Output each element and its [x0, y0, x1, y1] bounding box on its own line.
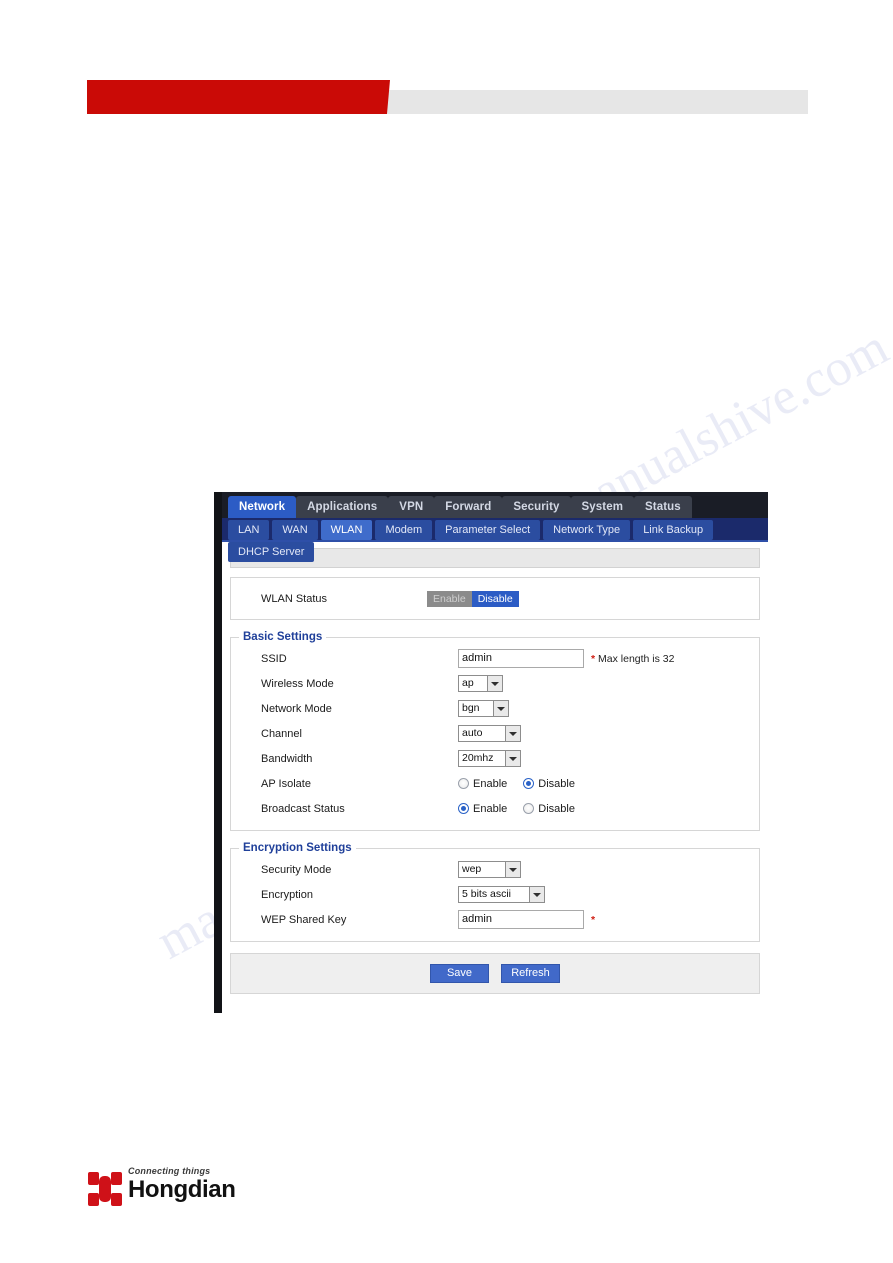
required-asterisk: * — [591, 913, 596, 926]
security-mode-value: wep — [462, 863, 482, 875]
main-navigation: Network Applications VPN Forward Security Sys… — [222, 492, 768, 518]
bandwidth-select[interactable]: 20mhz — [458, 750, 521, 767]
broadcast-disable-option[interactable]: Disable — [523, 803, 575, 815]
row-encryption: Encryption 5 bits ascii — [231, 882, 759, 907]
chevron-down-icon — [529, 887, 544, 902]
tab-vpn[interactable]: VPN — [388, 496, 435, 518]
subtab-modem[interactable]: Modem — [375, 520, 433, 540]
tab-network[interactable]: Network — [228, 496, 297, 518]
ap-isolate-disable-option[interactable]: Disable — [523, 778, 575, 790]
ap-isolate-enable-label: Enable — [473, 777, 508, 790]
ap-isolate-disable-label: Disable — [538, 777, 575, 790]
ssid-hint: * Max length is 32 — [591, 653, 674, 665]
tab-forward[interactable]: Forward — [434, 496, 503, 518]
bandwidth-value: 20mhz — [462, 752, 494, 764]
subtab-dhcp-server[interactable]: DHCP Server — [228, 542, 315, 562]
subtab-wlan[interactable]: WLAN — [320, 520, 373, 540]
wireless-mode-select[interactable]: ap — [458, 675, 503, 692]
header-red-bar — [87, 80, 390, 114]
subtab-wan[interactable]: WAN — [272, 520, 318, 540]
row-channel: Channel auto — [231, 721, 759, 746]
footer-logo: Connecting things Hongdian — [88, 1166, 308, 1212]
radio-icon-selected — [458, 803, 469, 814]
ui-inner-frame: Network Applications VPN Forward Security Sys… — [222, 492, 768, 1013]
security-mode-select[interactable]: wep — [458, 861, 521, 878]
chevron-down-icon — [487, 676, 502, 691]
chevron-down-icon — [493, 701, 508, 716]
broadcast-status-label: Broadcast Status — [261, 802, 345, 815]
row-broadcast-status: Broadcast Status Enable Disable — [231, 796, 759, 821]
wlan-enable-button[interactable]: Enable — [427, 590, 472, 607]
ap-isolate-label: AP Isolate — [261, 777, 311, 790]
row-ssid: SSID * Max length is 32 — [231, 646, 759, 671]
encryption-value: 5 bits ascii — [462, 888, 512, 900]
network-mode-select[interactable]: bgn — [458, 700, 509, 717]
ap-isolate-enable-option[interactable]: Enable — [458, 778, 507, 790]
wlan-disable-button[interactable]: Disable — [471, 590, 519, 607]
sub-navigation: LAN WAN WLAN Modem Parameter Select Network T… — [222, 518, 768, 562]
tab-status[interactable]: Status — [634, 496, 692, 518]
row-bandwidth: Bandwidth 20mhz — [231, 746, 759, 771]
ssid-input[interactable] — [458, 649, 584, 668]
radio-icon-selected — [523, 778, 535, 789]
subtab-lan[interactable]: LAN — [228, 520, 270, 540]
form-action-bar: Save Refresh — [230, 953, 760, 994]
wep-shared-key-label: WEP Shared Key — [261, 913, 347, 926]
bandwidth-label: Bandwidth — [261, 752, 313, 765]
encryption-label: Encryption — [261, 888, 313, 901]
row-wep-shared-key: WEP Shared Key * — [231, 907, 759, 932]
network-mode-value: bgn — [462, 702, 480, 714]
ssid-label: SSID — [261, 652, 287, 665]
radio-icon — [458, 778, 469, 789]
wlan-status-panel: WLAN Status Enable Disable — [230, 577, 760, 620]
logo-brand-name: Hongdian — [128, 1176, 236, 1203]
row-security-mode: Security Mode wep — [231, 857, 759, 882]
channel-select[interactable]: auto — [458, 725, 521, 742]
wep-shared-key-input[interactable] — [458, 910, 584, 929]
chevron-down-icon — [505, 726, 520, 741]
tab-system[interactable]: System — [570, 496, 635, 518]
subtab-parameter-select[interactable]: Parameter Select — [435, 520, 541, 540]
logo-tagline: Connecting things — [128, 1166, 211, 1176]
hongdian-mark-icon — [88, 1172, 122, 1206]
wireless-mode-value: ap — [462, 677, 474, 689]
chevron-down-icon — [505, 751, 520, 766]
channel-label: Channel — [261, 727, 302, 740]
ui-left-rail — [214, 492, 222, 1013]
basic-settings-legend: Basic Settings — [243, 631, 323, 643]
logo-text-block: Connecting things Hongdian — [128, 1166, 236, 1203]
encryption-select[interactable]: 5 bits ascii — [458, 886, 545, 903]
router-web-ui: Network Applications VPN Forward Security Sys… — [214, 492, 768, 1013]
refresh-button[interactable]: Refresh — [501, 964, 560, 983]
broadcast-enable-label: Enable — [473, 802, 508, 815]
encryption-settings-section: Encryption Settings Security Mode wep En… — [230, 842, 760, 942]
row-ap-isolate: AP Isolate Enable Disable — [231, 771, 759, 796]
broadcast-disable-label: Disable — [538, 802, 575, 815]
tab-applications[interactable]: Applications — [296, 496, 389, 518]
basic-settings-section: Basic Settings SSID * Max length is 32 W… — [230, 631, 760, 831]
security-mode-label: Security Mode — [261, 863, 332, 876]
subtab-link-backup[interactable]: Link Backup — [633, 520, 714, 540]
ssid-hint-text: Max length is 32 — [598, 652, 675, 665]
network-mode-label: Network Mode — [261, 702, 332, 715]
wlan-status-label: WLAN Status — [261, 592, 328, 605]
chevron-down-icon — [505, 862, 520, 877]
required-asterisk: * — [591, 652, 596, 665]
ui-content-body: WLAN Status Enable Disable Basic Settings… — [222, 542, 768, 1002]
row-network-mode: Network Mode bgn — [231, 696, 759, 721]
wireless-mode-label: Wireless Mode — [261, 677, 334, 690]
encryption-settings-legend: Encryption Settings — [243, 842, 352, 854]
row-wireless-mode: Wireless Mode ap — [231, 671, 759, 696]
subtab-network-type[interactable]: Network Type — [543, 520, 631, 540]
radio-icon — [523, 803, 535, 814]
page-header-banner — [87, 80, 808, 114]
broadcast-enable-option[interactable]: Enable — [458, 803, 507, 815]
tab-security[interactable]: Security — [502, 496, 571, 518]
save-button[interactable]: Save — [430, 964, 489, 983]
header-gray-bar — [387, 90, 808, 114]
channel-value: auto — [462, 727, 483, 739]
